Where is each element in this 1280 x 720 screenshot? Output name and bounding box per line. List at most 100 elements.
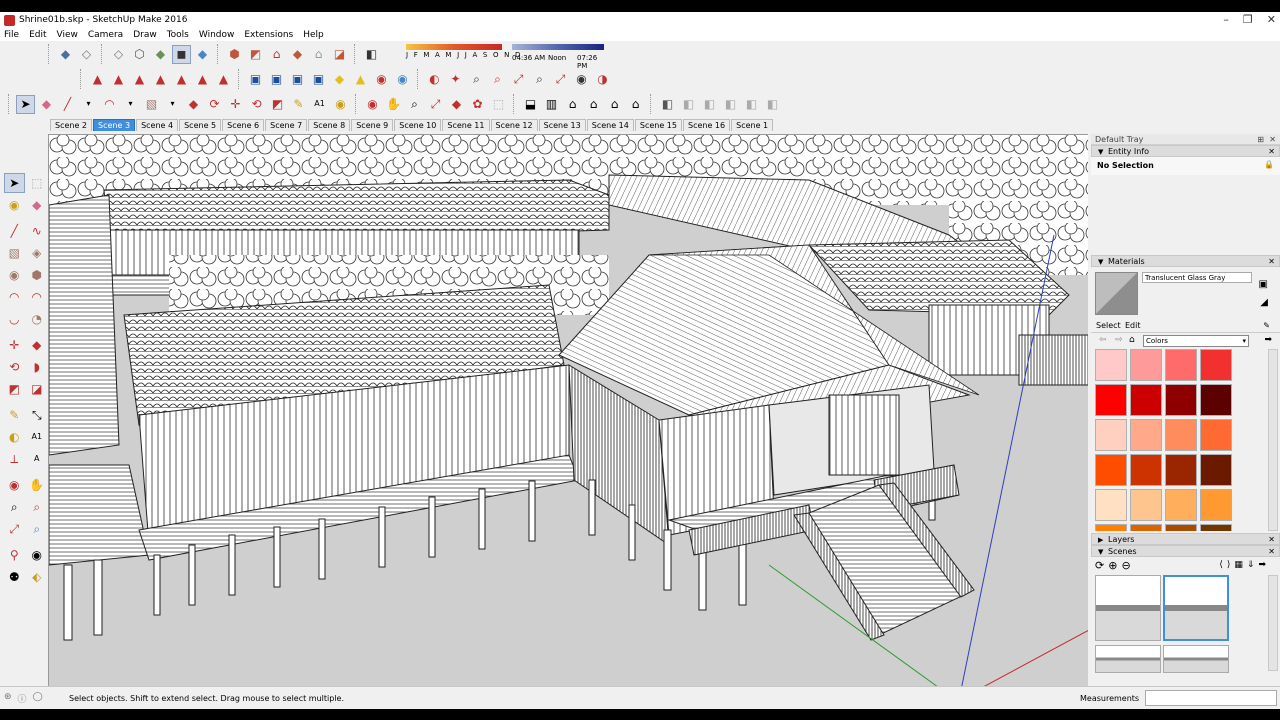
model-viewport[interactable] (48, 134, 1088, 699)
paint-bucket-icon[interactable]: ▲ (351, 70, 370, 89)
extension-warehouse-icon[interactable]: ▣ (309, 70, 328, 89)
zoom-icon[interactable]: ⌕ (467, 70, 486, 89)
color-swatch[interactable] (1095, 384, 1127, 416)
component-icon[interactable]: ⬓ (521, 95, 540, 114)
tab-scene-7[interactable]: Scene 7 (265, 119, 308, 131)
tab-scene-16[interactable]: Scene 16 (683, 119, 731, 131)
color-swatch[interactable] (1095, 454, 1127, 486)
solid-shell-icon[interactable]: ◧ (763, 95, 782, 114)
pan-tool-icon[interactable]: ✋ (27, 475, 48, 495)
menu-camera[interactable]: Camera (88, 30, 123, 40)
color-swatch[interactable] (1200, 419, 1232, 451)
freehand-tool-icon[interactable]: ∿ (27, 221, 48, 241)
menu-view[interactable]: View (57, 30, 78, 40)
scene-thumbnail[interactable] (1163, 645, 1229, 673)
top-view-icon[interactable]: ◩ (246, 45, 265, 64)
section-plane-tool-icon[interactable]: ⬖ (27, 567, 48, 587)
text-icon[interactable]: A1 (310, 95, 329, 114)
tab-scene-4[interactable]: Scene 4 (136, 119, 179, 131)
color-swatch[interactable] (1165, 349, 1197, 381)
section-plane-icon[interactable]: ◑ (593, 70, 612, 89)
share-component-icon[interactable]: ▣ (288, 70, 307, 89)
color-swatch[interactable] (1165, 454, 1197, 486)
position-camera-icon[interactable]: ◐ (425, 70, 444, 89)
rotate-tool-icon[interactable]: ⟲ (4, 357, 25, 377)
wireframe-icon[interactable]: ◇ (109, 45, 128, 64)
tab-select[interactable]: Select (1096, 321, 1121, 330)
paint-icon[interactable]: ◉ (331, 95, 350, 114)
material-name-field[interactable]: Translucent Glass Gray (1142, 272, 1252, 283)
color-swatch[interactable] (1130, 419, 1162, 451)
add-detail-icon[interactable]: ▲ (193, 70, 212, 89)
color-swatch[interactable] (1130, 524, 1162, 531)
color-swatch[interactable] (1130, 349, 1162, 381)
solid-split-icon[interactable]: ◧ (742, 95, 761, 114)
sandbox-from-contours-icon[interactable]: ▲ (88, 70, 107, 89)
menu-file[interactable]: File (4, 30, 19, 40)
solid-intersect-icon[interactable]: ◧ (679, 95, 698, 114)
tab-scene-8[interactable]: Scene 8 (308, 119, 351, 131)
next-view-icon[interactable]: ⤢ (551, 70, 570, 89)
monochrome-icon[interactable]: ◼ (172, 44, 191, 64)
home-icon[interactable]: ⌂ (563, 95, 582, 114)
orbit-icon[interactable]: ◉ (363, 95, 382, 114)
scenes-header[interactable]: ▼ Scenes ✕ (1091, 545, 1280, 557)
follow-me-tool-icon[interactable]: ◗ (27, 357, 48, 377)
zoom-extents-left-icon[interactable]: ⤢ (4, 519, 25, 539)
pan-icon[interactable]: ✋ (384, 95, 403, 114)
tab-scene-12[interactable]: Scene 12 (490, 119, 538, 131)
back-view-icon[interactable]: ⌂ (309, 45, 328, 64)
forward-arrow-icon[interactable]: ⇨ (1115, 335, 1123, 345)
geo-location-icon[interactable]: ⊛ (4, 692, 12, 705)
stamp-icon[interactable]: ▲ (151, 70, 170, 89)
scenes-close-icon[interactable]: ✕ (1268, 546, 1275, 557)
rectangle-icon[interactable]: ▧ (142, 95, 161, 114)
remove-scene-icon[interactable]: ⊖ (1121, 559, 1130, 572)
xray-icon[interactable]: ◆ (193, 45, 212, 64)
credits-icon[interactable]: ⓘ (18, 692, 27, 705)
eraser-tool-icon[interactable]: ◆ (27, 195, 48, 215)
menu-edit[interactable]: Edit (29, 30, 46, 40)
hidden-line-icon[interactable]: ⬡ (130, 45, 149, 64)
solid-trim-icon[interactable]: ◧ (721, 95, 740, 114)
look-around-icon[interactable]: ◉ (572, 70, 591, 89)
orbit-tool-icon[interactable]: ◉ (4, 475, 25, 495)
text-tool-icon[interactable]: A1 (27, 427, 48, 447)
front-view-icon[interactable]: ⌂ (267, 45, 286, 64)
tape-measure-tool-icon[interactable]: ✎ (4, 405, 25, 425)
materials-close-icon[interactable]: ✕ (1268, 256, 1275, 267)
color-swatch[interactable] (1165, 419, 1197, 451)
line-dropdown-icon[interactable]: ▾ (79, 95, 98, 114)
materials-header[interactable]: ▼ Materials ✕ (1091, 255, 1280, 267)
axes-tool-icon[interactable]: ⟂ (4, 449, 25, 469)
color-swatch[interactable] (1095, 524, 1127, 531)
tab-scene-13[interactable]: Scene 13 (538, 119, 586, 131)
roof-icon[interactable]: ⌂ (605, 95, 624, 114)
tab-scene-2[interactable]: Scene 2 (50, 119, 93, 131)
tab-scene-14[interactable]: Scene 14 (586, 119, 634, 131)
tray-pin-icon[interactable]: ⊞ (1257, 134, 1264, 145)
position-camera-tool-icon[interactable]: ⚲ (4, 545, 25, 565)
tab-scene-10[interactable]: Scene 10 (394, 119, 442, 131)
tab-scene-15[interactable]: Scene 15 (634, 119, 682, 131)
scene-view-options-icon[interactable]: ⟨⟩▦⇓➡ (1219, 560, 1270, 570)
look-around-tool-icon[interactable]: ◉ (27, 545, 48, 565)
scenes-scrollbar[interactable] (1268, 575, 1278, 671)
rectangle-tool-icon[interactable]: ▧ (4, 243, 25, 263)
tab-scene-5[interactable]: Scene 5 (179, 119, 222, 131)
tab-scene-9[interactable]: Scene 9 (351, 119, 394, 131)
3d-text-tool-icon[interactable]: A (27, 449, 48, 469)
menu-tools[interactable]: Tools (167, 30, 189, 40)
follow-me-icon[interactable]: ⟳ (205, 95, 224, 114)
maximize-button[interactable]: ❐ (1243, 14, 1253, 25)
zoom-tool-icon[interactable]: ⌕ (405, 95, 424, 114)
offset-tool-icon[interactable]: ◪ (27, 379, 48, 399)
rotated-rectangle-icon[interactable]: ◈ (27, 243, 48, 263)
menu-extensions[interactable]: Extensions (244, 30, 293, 40)
zoom-tool-left-icon[interactable]: ⌕ (4, 497, 25, 517)
entity-info-close-icon[interactable]: ✕ (1268, 146, 1275, 157)
eraser-icon[interactable]: ◆ (37, 95, 56, 114)
color-swatch[interactable] (1130, 489, 1162, 521)
materials-palette-icon[interactable]: ◉ (372, 70, 391, 89)
scale-icon[interactable]: ◩ (268, 95, 287, 114)
